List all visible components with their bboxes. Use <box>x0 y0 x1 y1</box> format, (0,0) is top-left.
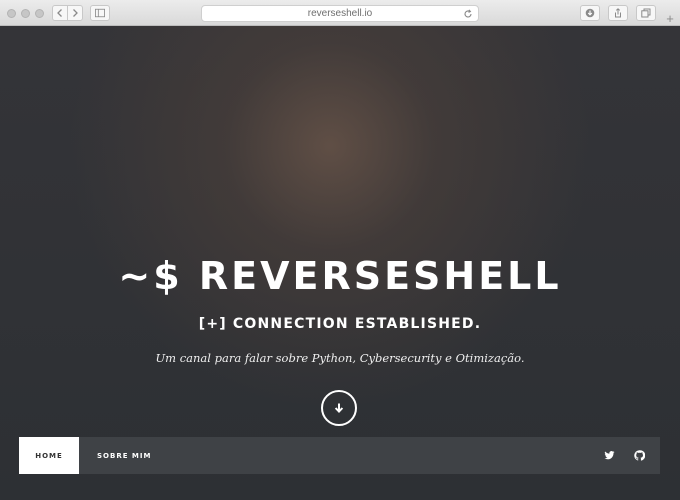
tabs-icon <box>641 8 651 18</box>
close-window-button[interactable] <box>7 9 16 18</box>
sidebar-button[interactable] <box>90 5 110 21</box>
forward-button[interactable] <box>67 5 83 21</box>
nav-item-home[interactable]: HOME <box>19 437 79 474</box>
new-tab-button[interactable]: + <box>662 12 678 26</box>
github-icon <box>633 450 645 461</box>
hero-tagline: Um canal para falar sobre Python, Cybers… <box>155 351 525 365</box>
scroll-down-button[interactable] <box>321 390 357 426</box>
zoom-window-button[interactable] <box>35 9 44 18</box>
back-button[interactable] <box>52 5 68 21</box>
hero-section: ~$ REVERSESHELL [+] CONNECTION ESTABLISH… <box>0 26 680 500</box>
chevron-right-icon <box>73 9 78 17</box>
download-icon <box>585 8 595 18</box>
reload-icon[interactable] <box>463 9 473 19</box>
share-button[interactable] <box>608 5 628 21</box>
nav-item-sobre-mim[interactable]: SOBRE MIM <box>79 437 169 474</box>
show-tabs-button[interactable] <box>636 5 656 21</box>
address-bar[interactable]: reverseshell.io <box>201 5 479 22</box>
twitter-icon <box>603 451 615 460</box>
browser-toolbar: reverseshell.io + <box>0 0 680 26</box>
minimize-window-button[interactable] <box>21 9 30 18</box>
chevron-left-icon <box>57 9 62 17</box>
sidebar-icon <box>95 8 105 18</box>
github-link[interactable] <box>630 437 648 474</box>
downloads-button[interactable] <box>580 5 600 21</box>
share-icon <box>615 8 621 18</box>
hero-subtitle: [+] CONNECTION ESTABLISHED. <box>198 316 482 332</box>
arrow-down-icon <box>334 403 344 414</box>
address-bar-url: reverseshell.io <box>307 8 373 19</box>
twitter-link[interactable] <box>600 437 618 474</box>
main-nav: HOME SOBRE MIM <box>19 437 660 474</box>
site-title: ~$ REVERSESHELL <box>118 254 562 298</box>
